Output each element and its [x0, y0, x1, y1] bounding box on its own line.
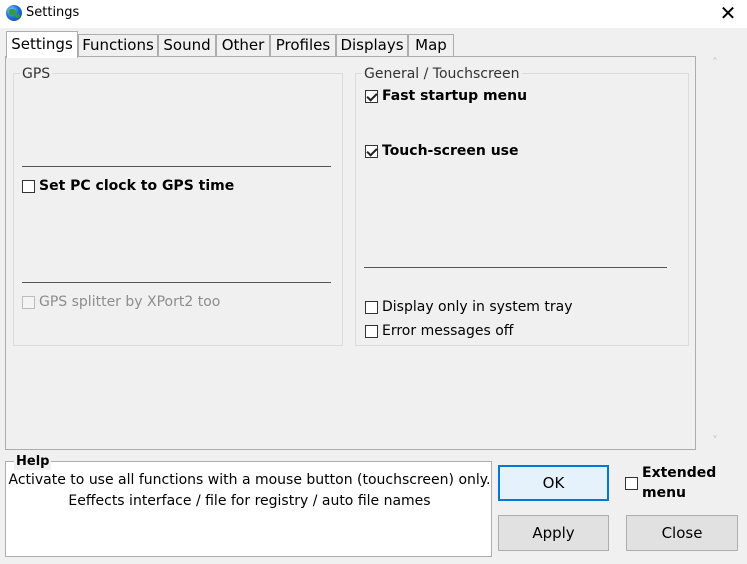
ok-button[interactable]: OK [498, 465, 609, 501]
window-title: Settings [26, 5, 80, 20]
help-line-2: Eeffects interface / file for registry /… [68, 493, 431, 509]
gps-group-title: GPS [20, 66, 53, 82]
extended-menu-checkbox[interactable]: Extended menu [625, 463, 716, 503]
tab-other[interactable]: Other [216, 34, 270, 57]
general-group-title: General / Touchscreen [362, 66, 522, 82]
apply-button[interactable]: Apply [498, 515, 609, 551]
help-title: Help [14, 454, 52, 470]
touch-screen-checkbox[interactable]: Touch-screen use [365, 143, 519, 159]
window-close-button[interactable]: ✕ [717, 2, 739, 24]
help-line-1: Activate to use all functions with a mou… [8, 472, 491, 488]
gps-group: GPS Set PC clock to GPS time GPS splitte… [13, 66, 343, 346]
divider [22, 282, 331, 283]
settings-panel: GPS Set PC clock to GPS time GPS splitte… [5, 56, 696, 450]
checkbox-box[interactable] [365, 324, 378, 338]
tab-sound[interactable]: Sound [158, 34, 216, 57]
extended-menu-line-2: menu [642, 485, 687, 501]
checkbox-box[interactable] [365, 144, 378, 158]
divider [364, 267, 667, 268]
tab-functions[interactable]: Functions [78, 34, 158, 57]
gps-splitter-label: GPS splitter by XPort2 too [39, 294, 221, 310]
tab-displays[interactable]: Displays [336, 34, 408, 57]
tab-settings[interactable]: Settings [6, 31, 78, 58]
globe-icon [6, 5, 22, 21]
title-bar: Settings ✕ [0, 0, 747, 28]
set-pc-clock-label: Set PC clock to GPS time [39, 178, 235, 194]
vertical-scrollbar[interactable]: ˄ ˅ [703, 54, 727, 452]
extended-menu-label: Extended menu [642, 463, 716, 503]
fast-startup-label: Fast startup menu [382, 88, 528, 104]
general-touchscreen-group: General / Touchscreen Fast startup menu … [355, 66, 689, 346]
scroll-down-icon[interactable]: ˅ [709, 435, 721, 447]
tab-profiles[interactable]: Profiles [270, 34, 336, 57]
checkbox-box[interactable] [22, 179, 35, 193]
system-tray-checkbox[interactable]: Display only in system tray [365, 299, 573, 315]
system-tray-label: Display only in system tray [382, 299, 573, 315]
close-button[interactable]: Close [626, 515, 738, 551]
error-messages-checkbox[interactable]: Error messages off [365, 323, 513, 339]
error-messages-label: Error messages off [382, 323, 514, 339]
checkbox-box[interactable] [625, 476, 638, 490]
extended-menu-line-1: Extended [642, 465, 717, 481]
divider [22, 166, 331, 167]
help-box: Activate to use all functions with a mou… [5, 461, 492, 557]
set-pc-clock-checkbox[interactable]: Set PC clock to GPS time [22, 178, 234, 194]
scroll-up-icon[interactable]: ˄ [709, 57, 721, 69]
tab-map[interactable]: Map [408, 34, 454, 57]
gps-splitter-checkbox: GPS splitter by XPort2 too [22, 294, 220, 310]
fast-startup-checkbox[interactable]: Fast startup menu [365, 88, 527, 104]
touch-screen-label: Touch-screen use [382, 143, 519, 159]
checkbox-box[interactable] [365, 89, 378, 103]
checkbox-box [22, 295, 35, 309]
checkbox-box[interactable] [365, 300, 378, 314]
